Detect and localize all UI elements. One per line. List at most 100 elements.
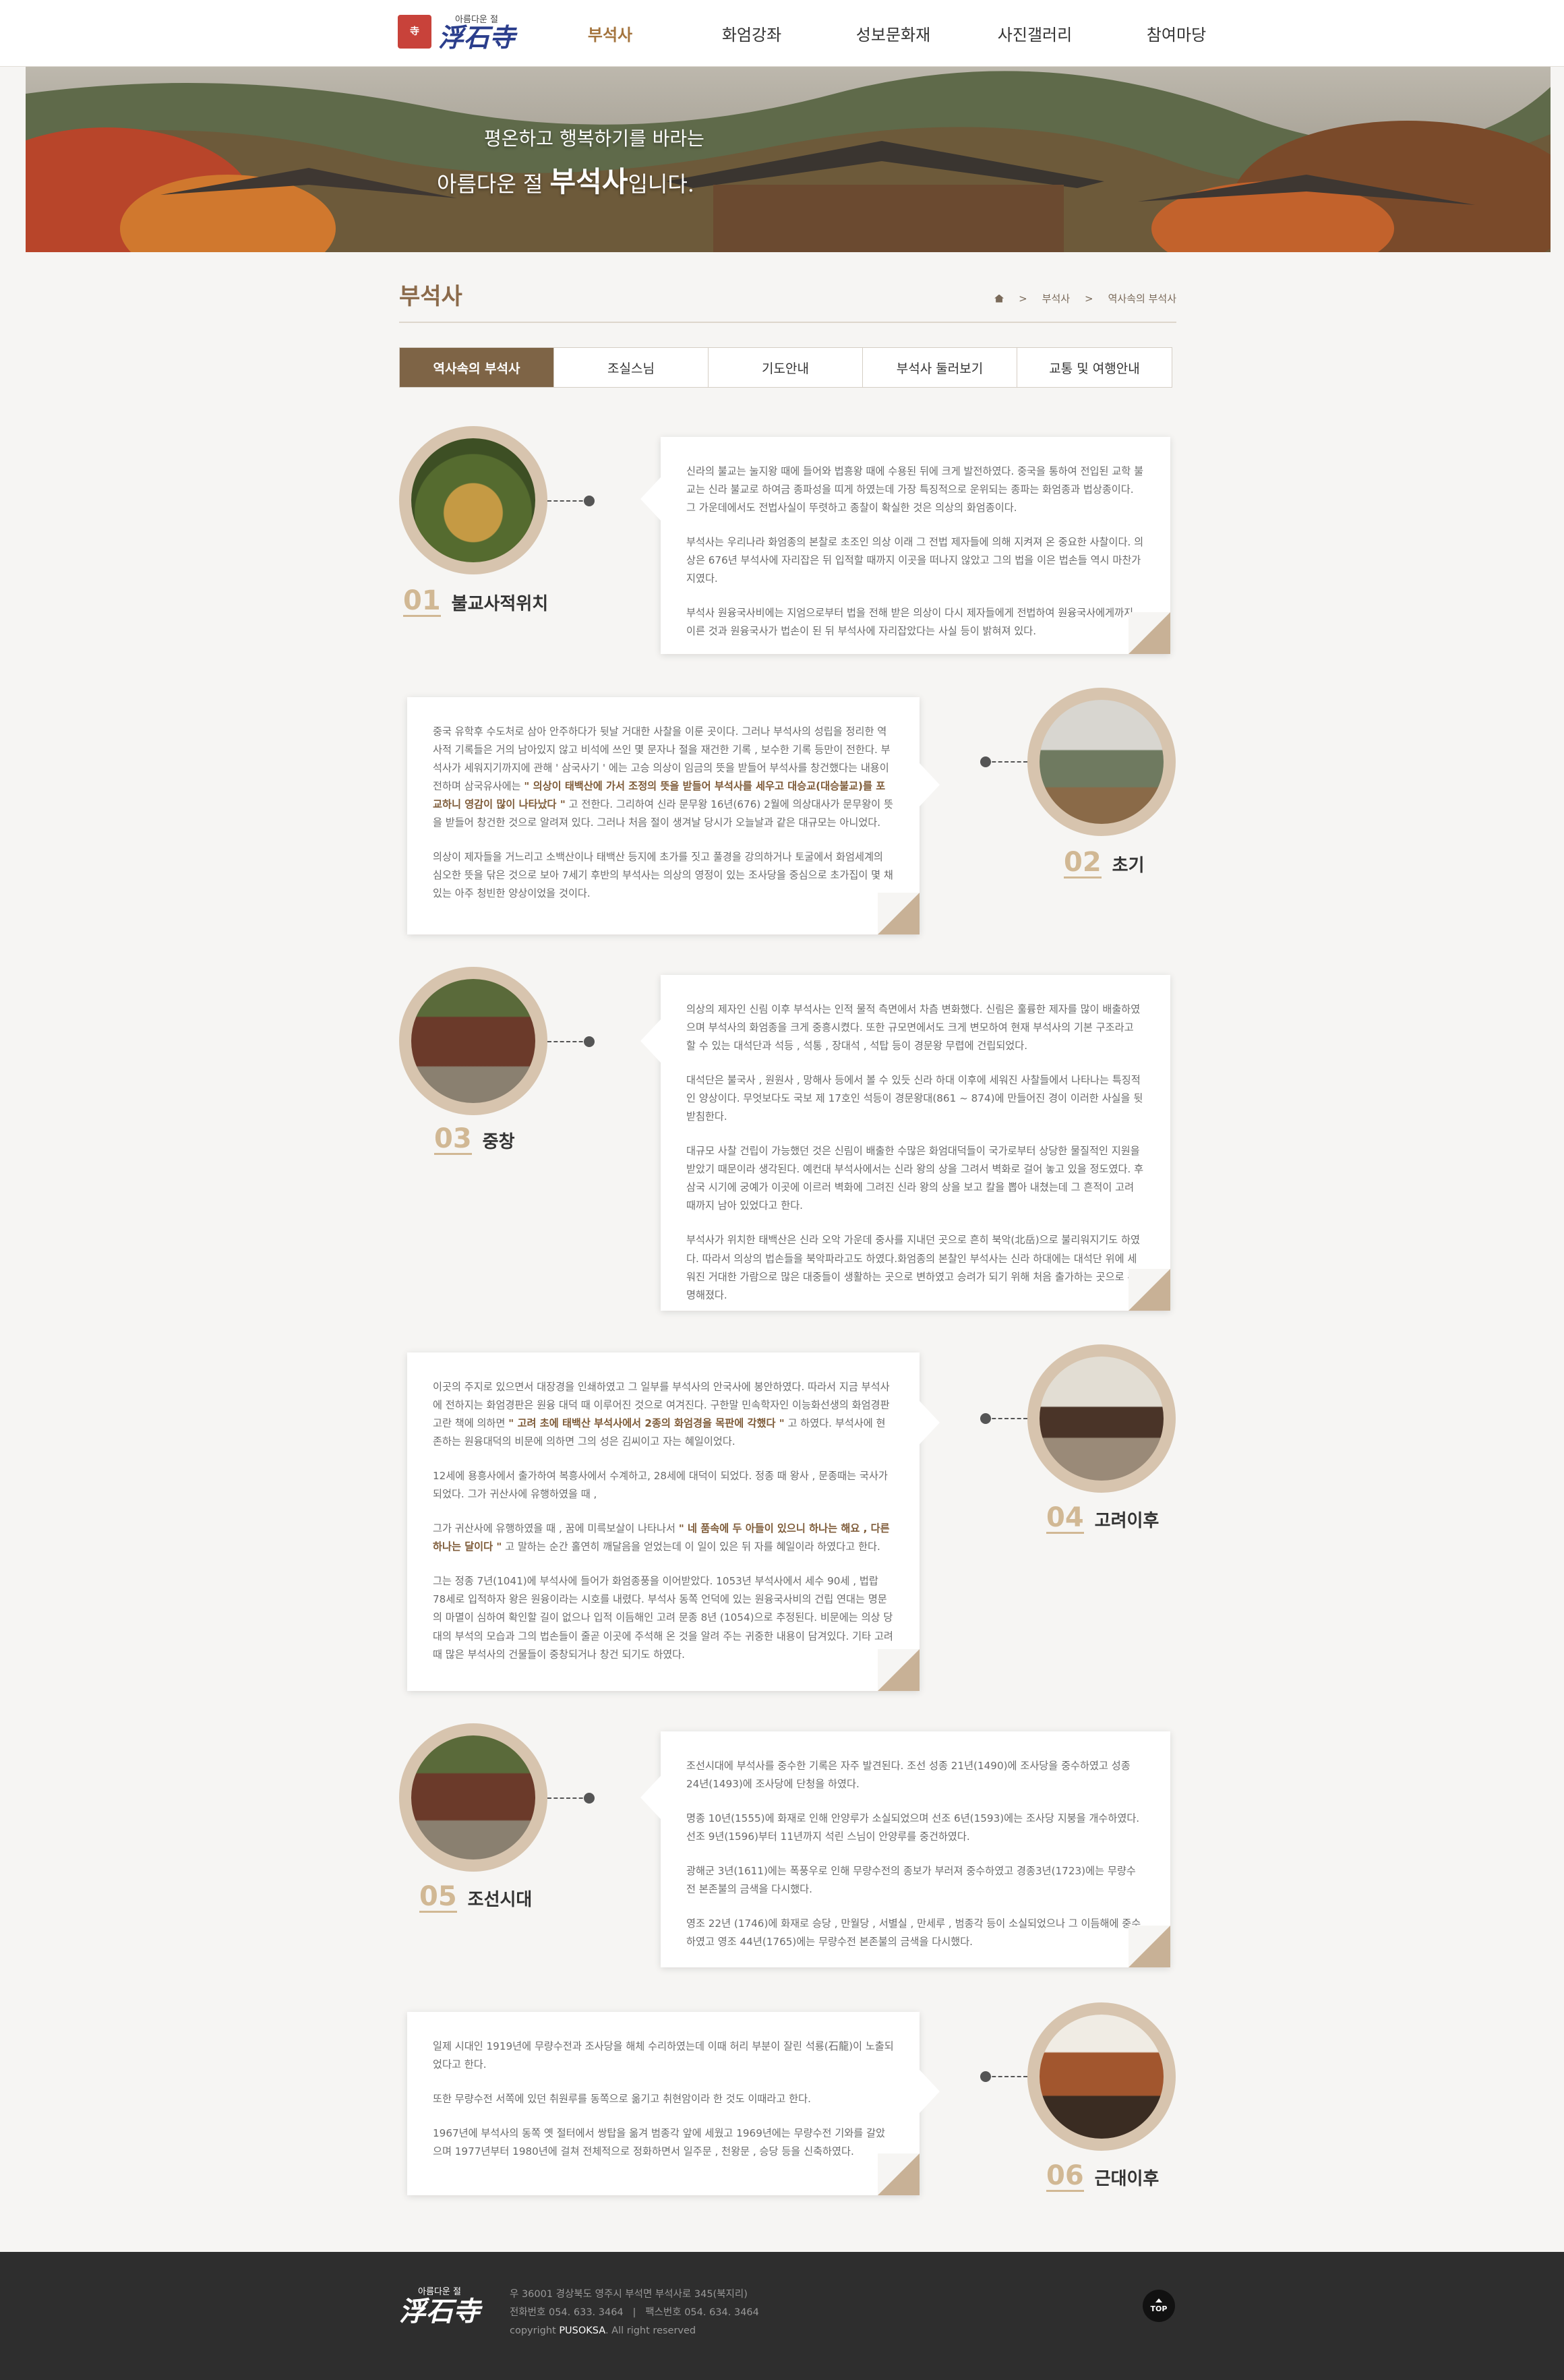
breadcrumb: > 부석사 > 역사속의 부석사 xyxy=(994,291,1176,305)
history-num: 01 xyxy=(403,585,441,617)
card-fold-icon xyxy=(1129,1926,1170,1967)
card-arrow-icon xyxy=(920,1401,940,1444)
tab-history[interactable]: 역사속의 부석사 xyxy=(400,348,554,387)
sub-tabs: 역사속의 부석사 조실스님 기도안내 부석사 둘러보기 교통 및 여행안내 xyxy=(399,347,1172,388)
history-photo-01 xyxy=(399,426,547,574)
history-title: 근대이후 xyxy=(1094,2169,1160,2189)
history-num: 02 xyxy=(1064,847,1102,879)
temple-photo-image xyxy=(1040,1357,1164,1481)
history-card-02: 중국 유학후 수도처로 삼아 안주하다가 뒷날 거대한 사찰을 이룬 곳이다. … xyxy=(407,697,940,934)
history-photo-05 xyxy=(399,1723,547,1872)
temple-photo-image xyxy=(1040,2015,1164,2139)
history-paragraph: 이곳의 주지로 있으면서 대장경을 인쇄하였고 그 일부를 부석사의 안국사에 … xyxy=(433,1378,894,1451)
history-emphasis: " 고려 초에 태백산 부석사에서 2종의 화엄경을 목판에 각했다 " xyxy=(508,1417,785,1430)
scroll-top-button[interactable]: TOP xyxy=(1143,2290,1175,2322)
nav-item-lecture[interactable]: 화엄강좌 xyxy=(681,22,822,45)
nav-item-gallery[interactable]: 사진갤러리 xyxy=(964,22,1106,45)
history-paragraph: 중국 유학후 수도처로 삼아 안주하다가 뒷날 거대한 사찰을 이룬 곳이다. … xyxy=(433,723,894,832)
card-fold-icon xyxy=(1129,612,1170,654)
breadcrumb-item[interactable]: 역사속의 부석사 xyxy=(1108,291,1176,305)
title-divider xyxy=(399,322,1176,323)
history-label-05: 05 조선시대 xyxy=(419,1882,532,1913)
temple-photo-image xyxy=(411,979,535,1103)
banner-line2: 아름다운 절 부석사입니다. xyxy=(437,159,704,200)
arrow-up-icon xyxy=(1155,2298,1162,2302)
breadcrumb-sep-icon: > xyxy=(1085,292,1093,305)
history-title: 초기 xyxy=(1112,856,1145,876)
history-label-06: 06 근대이후 xyxy=(1046,2162,1159,2192)
tab-master-monk[interactable]: 조실스님 xyxy=(554,348,709,387)
history-paragraph: 신라의 불교는 눌지왕 때에 들어와 법흥왕 때에 수용된 뒤에 크게 발전하였… xyxy=(686,465,1144,514)
site-logo[interactable]: 寺 아름다운 절 浮石寺 xyxy=(398,12,515,51)
history-title: 중창 xyxy=(482,1132,515,1152)
nav-item-participation[interactable]: 참여마당 xyxy=(1106,22,1247,45)
card-arrow-icon xyxy=(640,1019,661,1063)
tab-tour[interactable]: 부석사 둘러보기 xyxy=(863,348,1017,387)
connector-line xyxy=(547,500,589,502)
history-text: 그가 귀산사에 유행하였을 때 , 꿈에 미륵보살이 나타나서 xyxy=(433,1522,679,1535)
history-paragraph: 그는 정종 7년(1041)에 부석사에 들어가 화엄종풍을 이어받았다. 10… xyxy=(433,1575,893,1661)
history-title: 고려이후 xyxy=(1094,1511,1160,1531)
history-num: 04 xyxy=(1046,1502,1084,1534)
history-photo-06 xyxy=(1027,2002,1176,2151)
banner-line1: 평온하고 행복하기를 바라는 xyxy=(484,127,704,150)
temple-photo-image xyxy=(411,438,535,562)
breadcrumb-item[interactable]: 부석사 xyxy=(1042,291,1070,305)
top-label: TOP xyxy=(1150,2304,1168,2313)
connector-dot-icon xyxy=(584,496,595,506)
history-label-01: 01 불교사적위치 xyxy=(403,587,548,617)
logo-seal-icon: 寺 xyxy=(398,14,431,49)
card-fold-icon xyxy=(878,1649,920,1691)
footer-contact: 전화번호 054. 633. 3464 | 팩스번호 054. 634. 346… xyxy=(510,2304,759,2322)
history-paragraph: 그가 귀산사에 유행하였을 때 , 꿈에 미륵보살이 나타나서 " 네 품속에 … xyxy=(433,1520,894,1556)
history-paragraph: 또한 무량수전 서쪽에 있던 취원루를 동쪽으로 옮기고 취현암이라 한 것도 … xyxy=(433,2093,811,2106)
connector-line xyxy=(547,1797,589,1799)
history-paragraph: 12세에 용흥사에서 출가하여 복흥사에서 수계하고, 28세에 대덕이 되었다… xyxy=(433,1470,888,1501)
footer-phone: 전화번호 054. 633. 3464 xyxy=(510,2307,624,2318)
tab-prayer[interactable]: 기도안내 xyxy=(709,348,863,387)
history-paragraph: 영조 22년 (1746)에 화재로 승당 , 만월당 , 서별실 , 만세루 … xyxy=(686,1917,1141,1948)
footer-fax: 팩스번호 054. 634. 3464 xyxy=(645,2307,759,2318)
card-fold-icon xyxy=(1129,1269,1170,1311)
nav-item-heritage[interactable]: 성보문화재 xyxy=(822,22,964,45)
nav-item-buseoksa[interactable]: 부석사 xyxy=(539,22,681,45)
temple-photo-image xyxy=(1040,700,1164,824)
card-arrow-icon xyxy=(640,477,661,520)
tab-transport[interactable]: 교통 및 여행안내 xyxy=(1017,348,1172,387)
history-paragraph: 부석사는 우리나라 화엄종의 본찰로 초조인 의상 이래 그 전법 제자들에 의… xyxy=(686,536,1144,585)
logo-big-text: 浮石寺 xyxy=(438,22,516,53)
history-paragraph: 명종 10년(1555)에 화재로 인해 안양루가 소실되었으며 선조 6년(1… xyxy=(686,1812,1140,1843)
history-title: 불교사적위치 xyxy=(451,594,549,614)
banner-line2-strong: 부석사 xyxy=(549,165,628,198)
history-num: 05 xyxy=(419,1881,457,1913)
copyright-suffix: . All right reserved xyxy=(605,2325,696,2336)
connector-dot-icon xyxy=(584,1036,595,1047)
connector-dot-icon xyxy=(584,1793,595,1804)
banner-line2-suffix: 입니다. xyxy=(628,171,694,197)
history-num: 06 xyxy=(1046,2160,1084,2192)
card-fold-icon xyxy=(878,2153,920,2195)
history-photo-04 xyxy=(1027,1344,1176,1493)
history-card-03: 의상의 제자인 신림 이후 부석사는 인적 물적 측면에서 차츰 변화했다. 신… xyxy=(640,975,1170,1311)
card-arrow-icon xyxy=(920,763,940,806)
banner-line2-prefix: 아름다운 절 xyxy=(437,171,543,197)
copyright-prefix: copyright xyxy=(510,2325,556,2336)
history-text: 고 말하는 순간 홀연히 깨달음을 얻었는데 이 일이 있은 뒤 자를 혜일이라… xyxy=(502,1541,880,1553)
history-paragraph: 부석사가 위치한 태백산은 신라 오악 가운데 중사를 지내던 곳으로 흔히 북… xyxy=(686,1234,1141,1301)
history-paragraph: 1967년에 부석사의 동쪽 옛 절터에서 쌍탑을 옮겨 범종각 앞에 세웠고 … xyxy=(433,2127,886,2158)
temple-photo-image xyxy=(411,1735,535,1860)
connector-line xyxy=(547,1041,589,1042)
history-card-06: 일제 시대인 1919년에 무량수전과 조사당을 해체 수리하였는데 이때 허리… xyxy=(407,2012,940,2195)
home-icon[interactable] xyxy=(994,294,1004,303)
history-paragraph: 의상이 제자들을 거느리고 소백산이나 태백산 등지에 초가를 짓고 풀경을 강… xyxy=(433,851,893,900)
history-paragraph: 조선시대에 부석사를 중수한 기록은 자주 발견된다. 조선 성종 21년(14… xyxy=(686,1760,1131,1791)
card-fold-icon xyxy=(878,893,920,934)
page-title: 부석사 xyxy=(399,283,462,310)
footer-separator: | xyxy=(632,2307,636,2318)
site-footer: 아름다운 절 浮石寺 우 36001 경상북도 영주시 부석면 부석사로 345… xyxy=(0,2252,1564,2380)
history-card-01: 신라의 불교는 눌지왕 때에 들어와 법흥왕 때에 수용된 뒤에 크게 발전하였… xyxy=(640,437,1170,654)
history-num: 03 xyxy=(434,1123,472,1155)
connector-line xyxy=(986,2076,1027,2077)
history-paragraph: 대석단은 불국사 , 원원사 , 망해사 등에서 볼 수 있듯 신라 하대 이후… xyxy=(686,1074,1143,1123)
card-arrow-icon xyxy=(640,1776,661,1819)
